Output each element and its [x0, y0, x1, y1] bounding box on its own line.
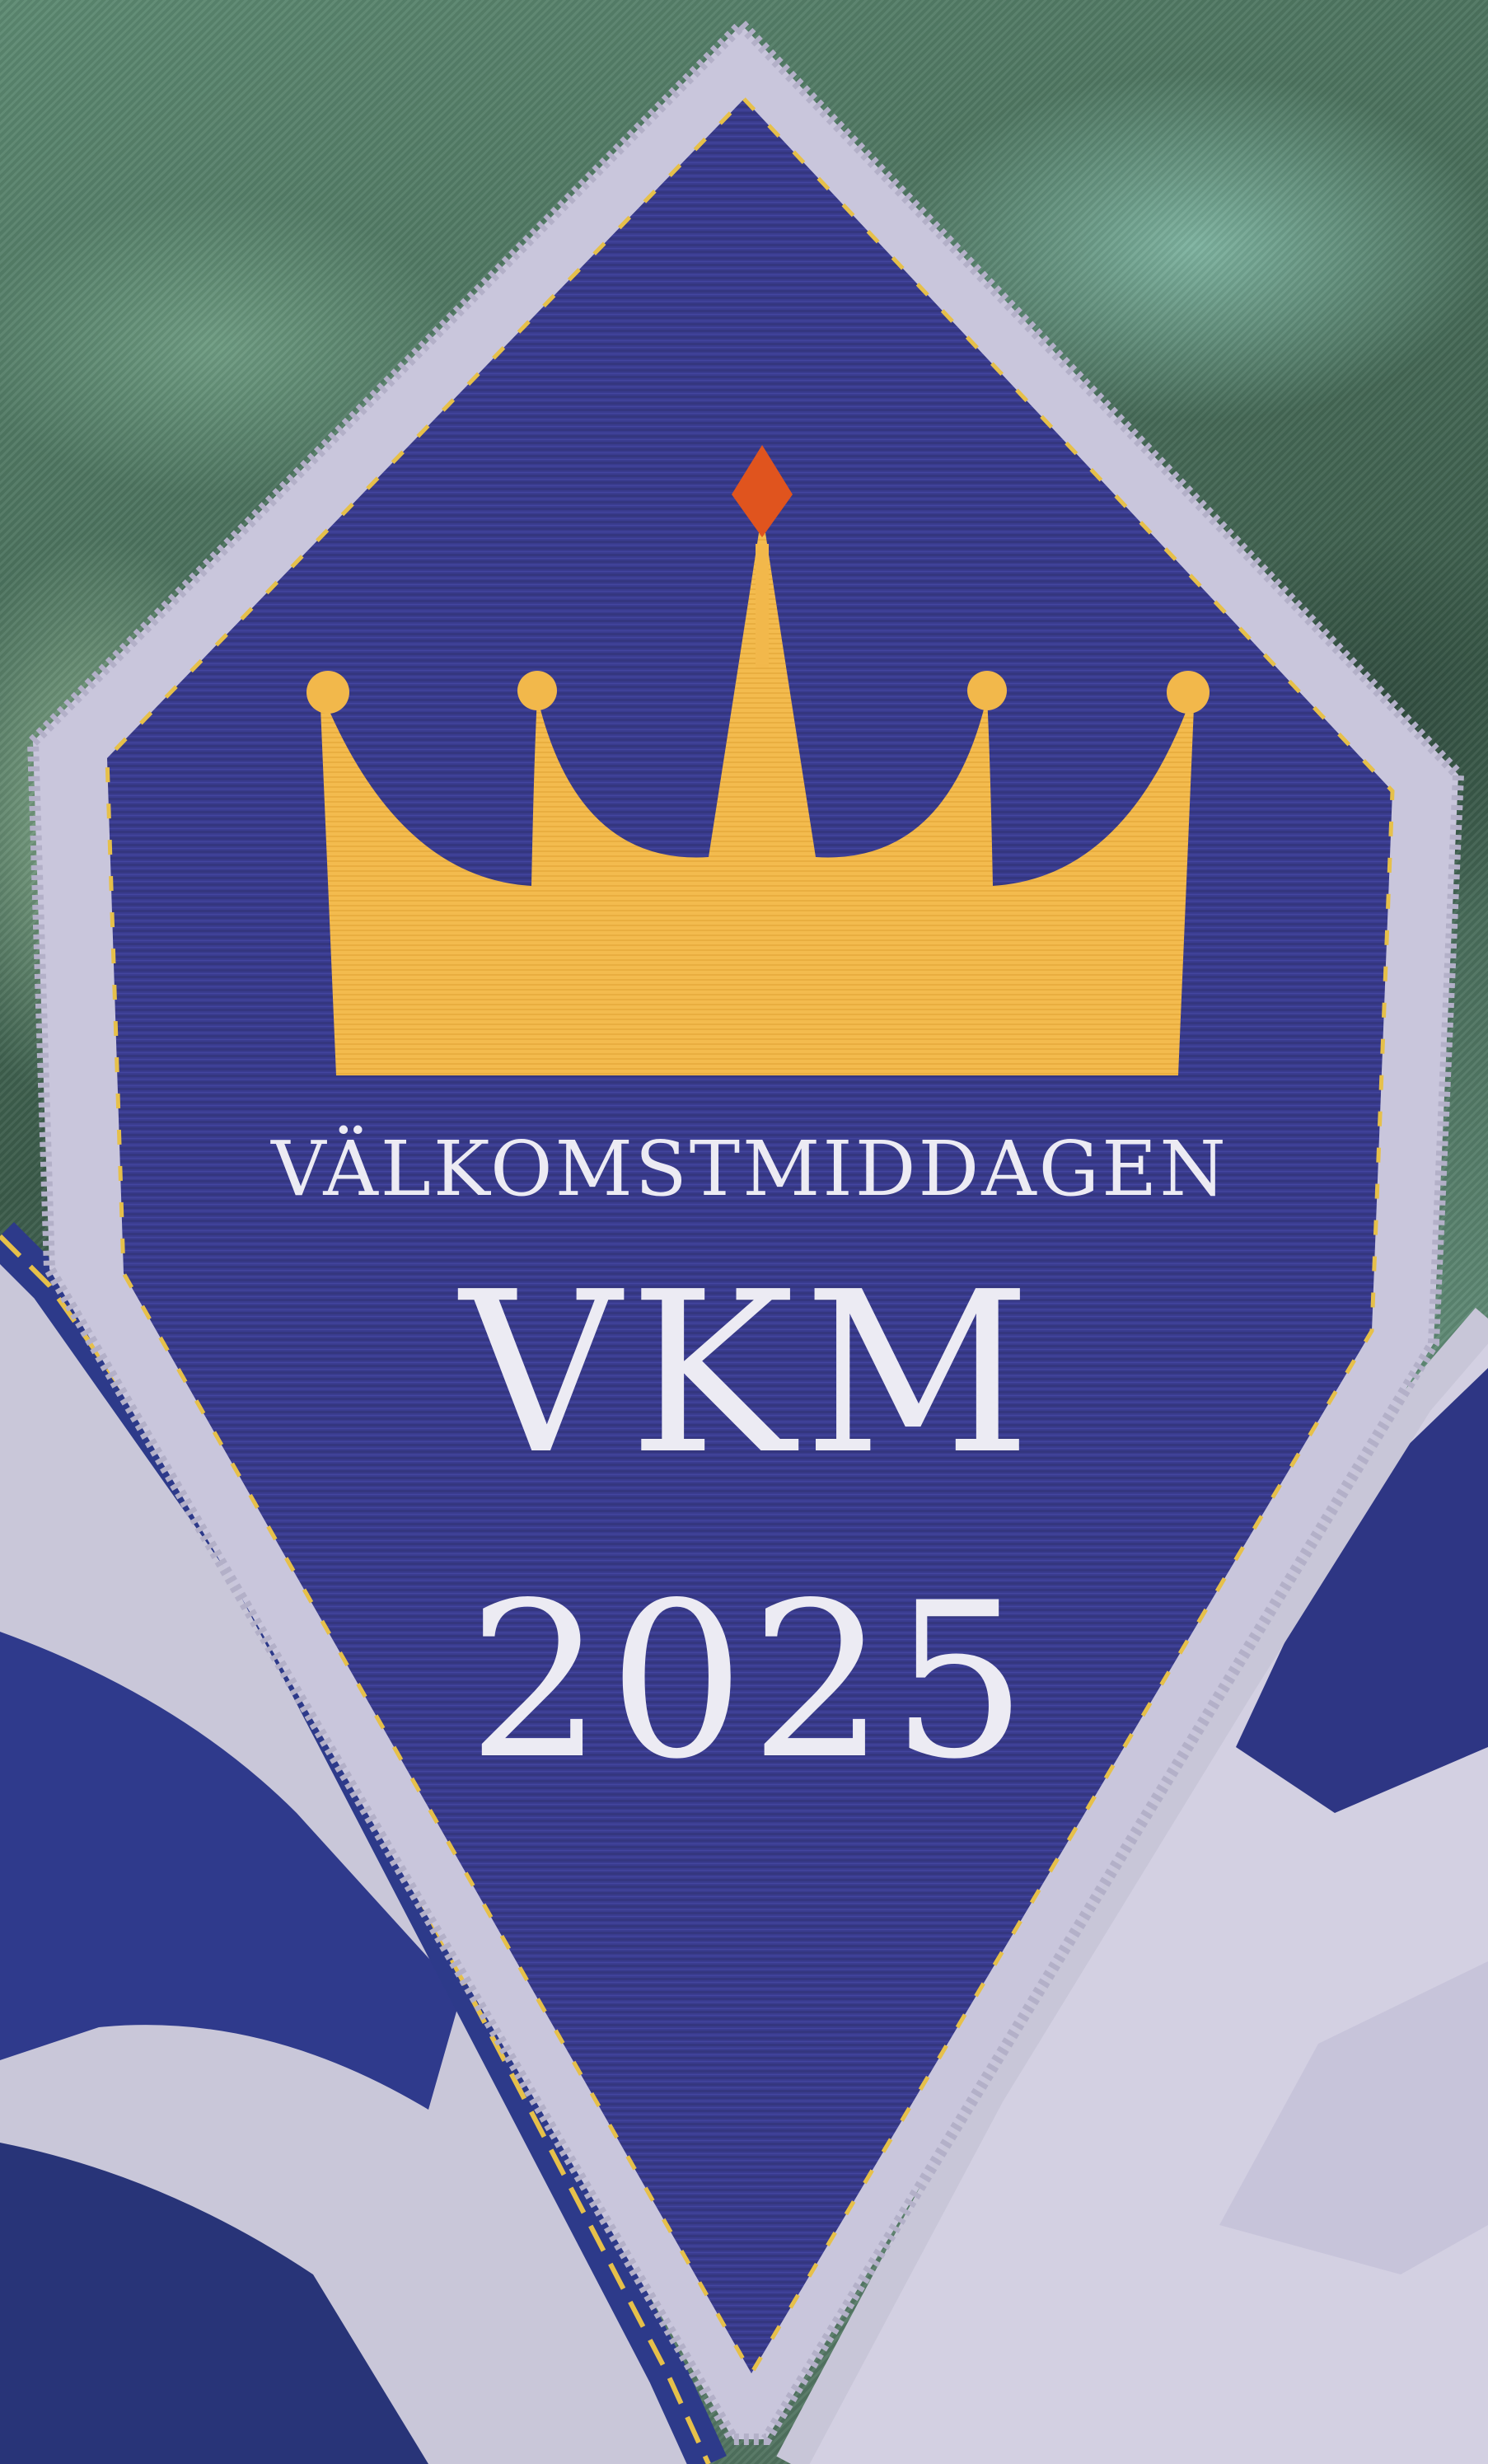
patch-subtitle: VÄLKOMSTMIDDAGEN: [270, 1125, 1228, 1213]
photo-scene: VÄLKOMSTMIDDAGEN VKM 2025: [0, 0, 1488, 2464]
patch-illustration: VÄLKOMSTMIDDAGEN VKM 2025: [0, 16, 1488, 2464]
patch-title: VKM: [456, 1244, 1039, 1503]
patch-year: 2025: [467, 1558, 1032, 1806]
